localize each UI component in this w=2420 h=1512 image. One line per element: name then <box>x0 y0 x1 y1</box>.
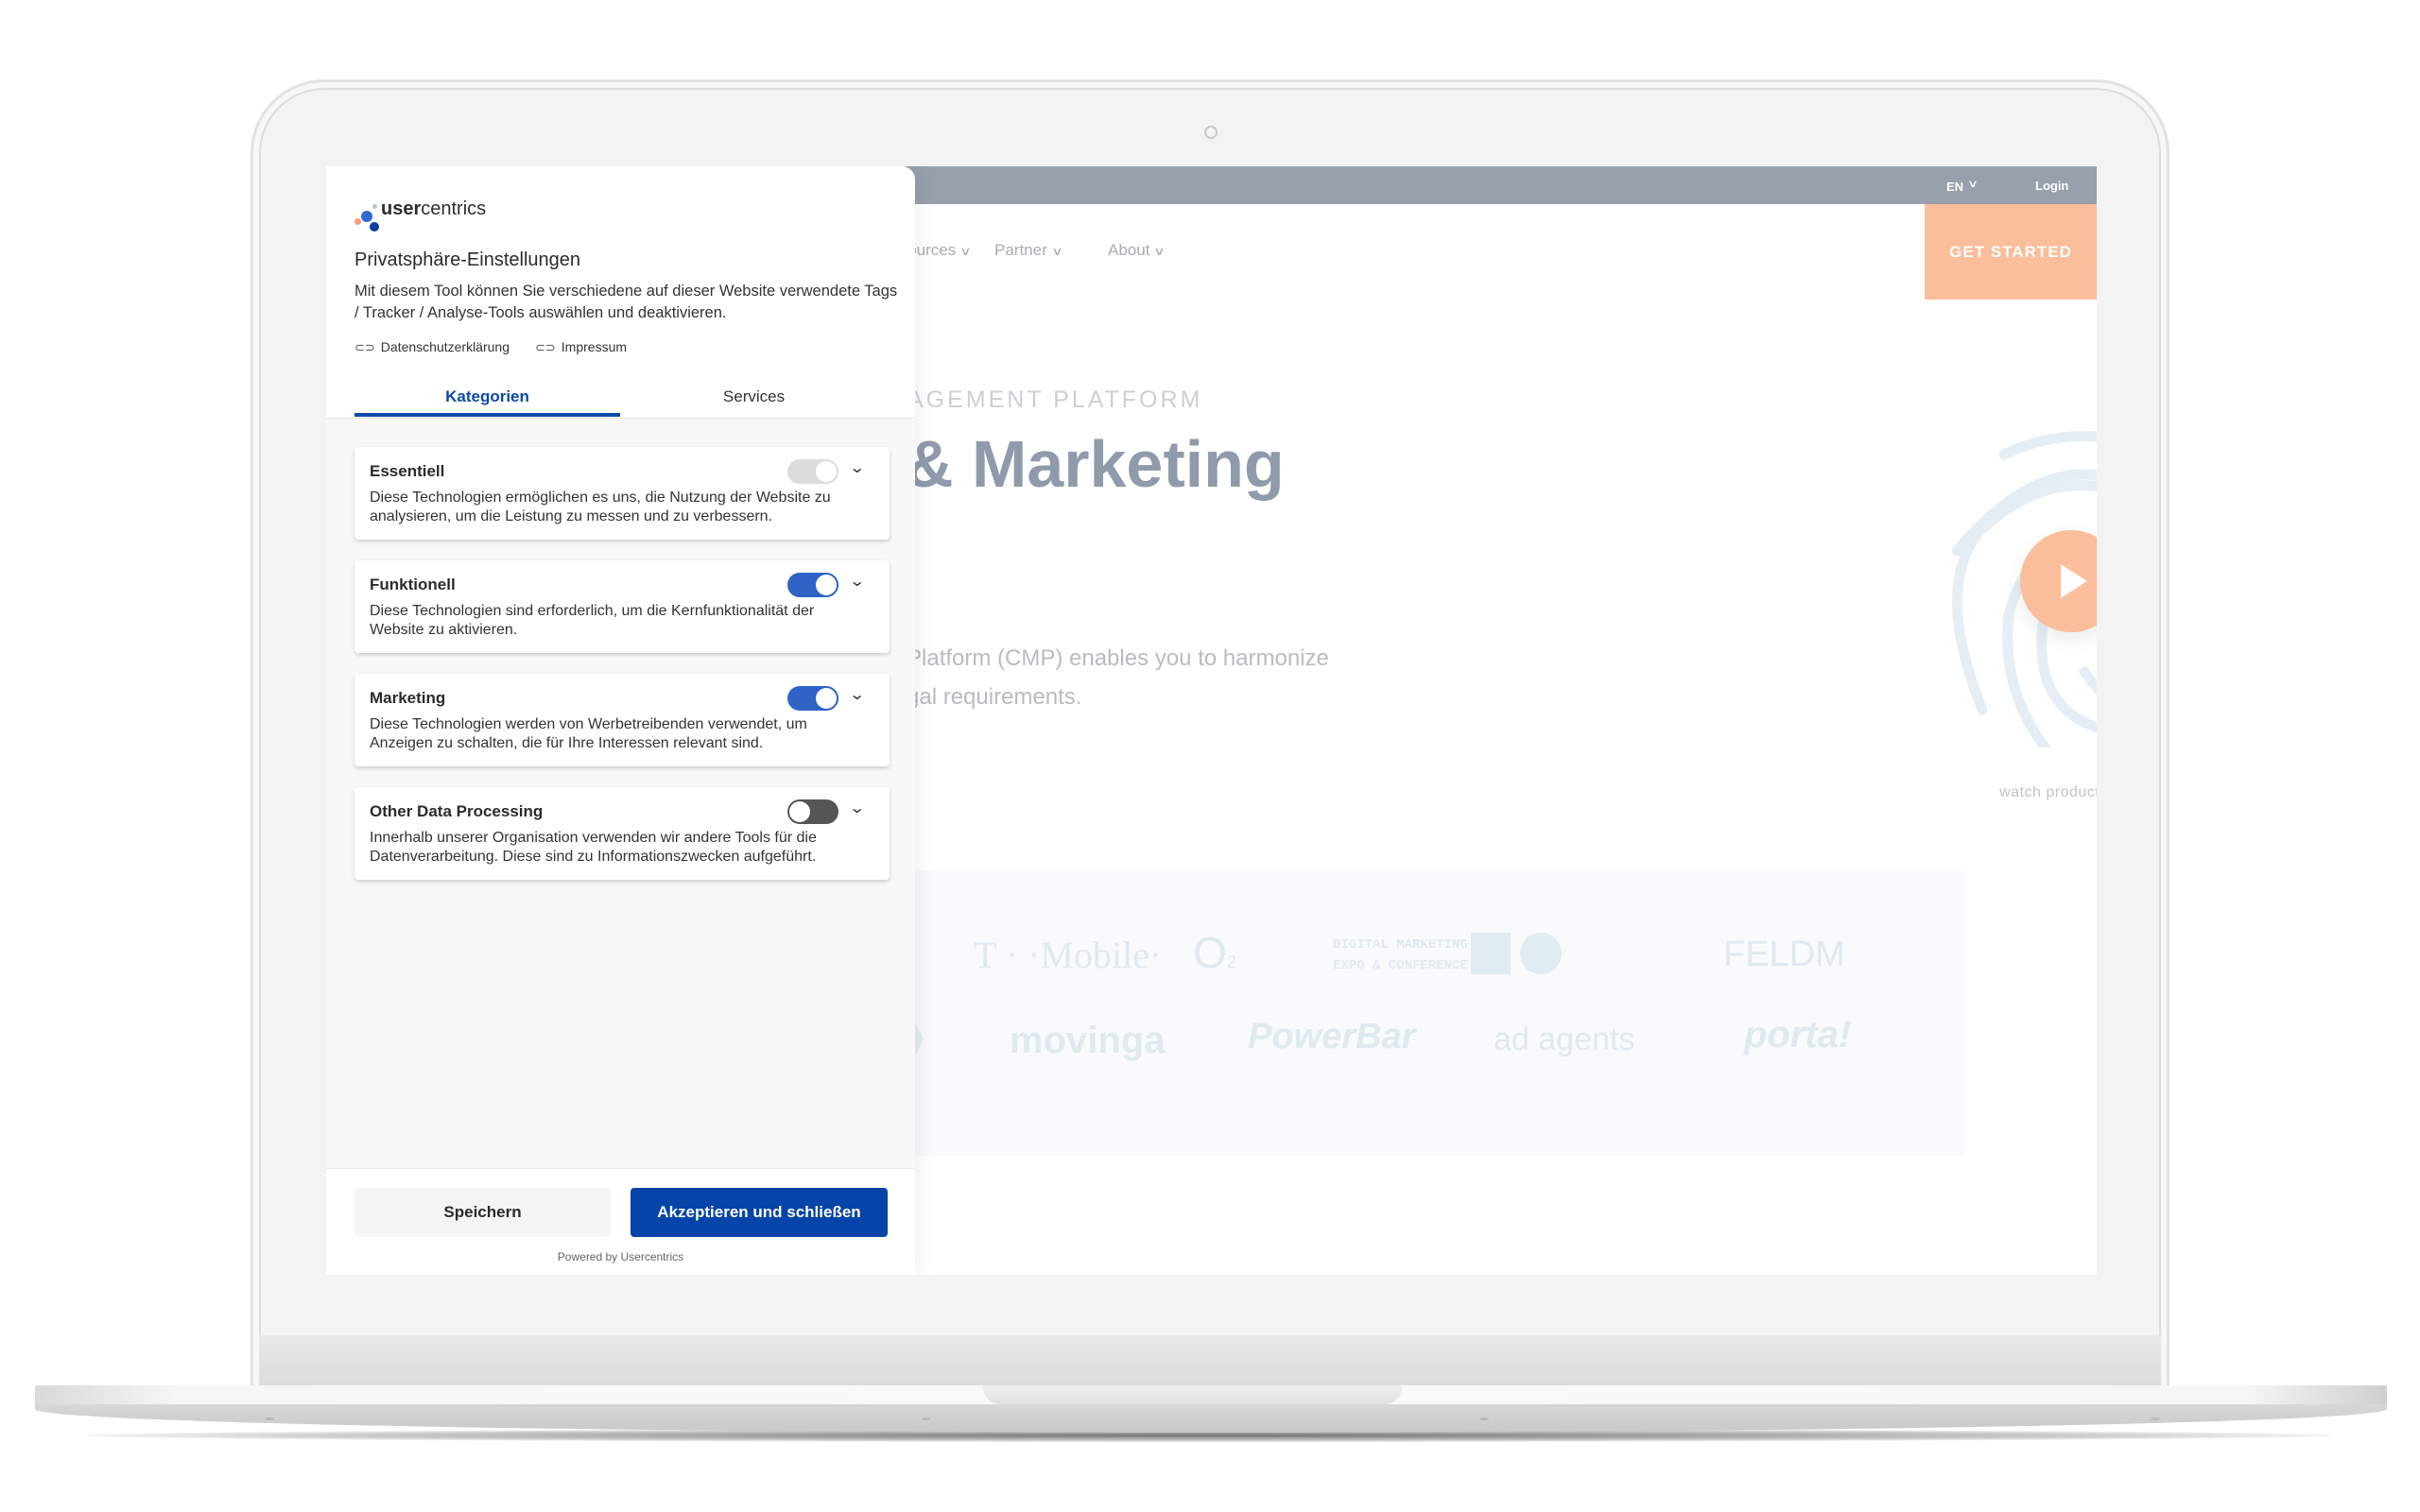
hero-title: & Marketing <box>906 427 1285 501</box>
powered-by-label[interactable]: Powered by Usercentrics <box>326 1250 915 1263</box>
logo-dmexco-line2: EXPO & CONFERENCE <box>1333 958 1468 973</box>
category-description: Diese Technologien sind erforderlich, um… <box>370 603 815 638</box>
nav-item-about[interactable]: About ∨ <box>1108 241 1166 260</box>
toggle-other-data-processing[interactable] <box>787 799 838 824</box>
link-label: Datenschutzerklärung <box>380 339 510 354</box>
toggle-funktionell[interactable] <box>787 573 838 597</box>
chevron-down-icon[interactable]: ⌄ <box>849 458 865 477</box>
link-icon: ⊂⊃ <box>354 340 375 354</box>
category-title: Marketing <box>370 689 446 707</box>
logo-powerbar: PowerBar <box>1248 1017 1416 1057</box>
laptop-foot <box>922 1418 931 1420</box>
language-selector[interactable]: EN <box>1946 180 1963 194</box>
nav-label: Partner <box>994 241 1047 259</box>
category-title: Funktionell <box>370 576 456 593</box>
category-card-funktionell: Funktionell Diese Technologien sind erfo… <box>354 560 890 653</box>
toggle-knob <box>816 575 837 595</box>
tab-kategorien[interactable]: Kategorien <box>354 387 620 406</box>
camera-icon <box>1204 126 1218 139</box>
brand-suffix: centrics <box>421 198 487 219</box>
laptop-foot <box>1479 1418 1489 1420</box>
dialog-title: Privatsphäre-Einstellungen <box>354 249 581 270</box>
usercentrics-logo-icon <box>354 204 381 232</box>
hero-subtitle: Platform (CMP) enables you to harmonize <box>907 645 1329 671</box>
play-icon <box>2061 564 2087 598</box>
logo-feldm: FELDM <box>1723 935 1845 974</box>
laptop-screen: EN ∨ Login Products∨ Solutions∨ Pricing … <box>326 166 2097 1275</box>
laptop-chin <box>259 1335 2161 1385</box>
privacy-settings-dialog: usercentrics Privatsphäre-Einstellungen … <box>326 166 915 1275</box>
hero-eyebrow: AGEMENT PLATFORM <box>908 387 1203 413</box>
logo-o2-text: O <box>1193 928 1227 977</box>
laptop-foot <box>265 1418 274 1420</box>
logo-porta: porta! <box>1744 1014 1852 1056</box>
category-card-other-data-processing: Other Data Processing Innerhalb unserer … <box>354 787 890 880</box>
get-started-button[interactable]: GET STARTED <box>1925 204 2097 300</box>
toggle-essentiell[interactable] <box>787 459 838 484</box>
toggle-knob <box>816 688 837 709</box>
logo-dmexco-square <box>1471 933 1511 974</box>
chevron-down-icon: ∨ <box>959 245 972 258</box>
category-card-essentiell: Essentiell Diese Technologien ermögliche… <box>354 447 890 540</box>
chevron-down-icon[interactable]: ⌄ <box>849 799 865 817</box>
category-title: Essentiell <box>370 462 445 480</box>
login-link[interactable]: Login <box>2035 179 2068 193</box>
imprint-link[interactable]: ⊂⊃ Impressum <box>535 339 627 355</box>
laptop-foot <box>2151 1418 2160 1420</box>
brand-prefix: user <box>381 198 422 219</box>
watch-video-label[interactable]: watch product video <box>1947 784 2097 801</box>
active-tab-indicator <box>354 413 620 417</box>
dialog-footer: Speichern Akzeptieren und schließen Powe… <box>326 1168 915 1275</box>
logo-dmexco-circle <box>1520 933 1562 974</box>
link-label: Impressum <box>561 339 628 354</box>
nav-label: About <box>1108 241 1150 259</box>
toggle-knob <box>789 801 810 822</box>
link-icon: ⊂⊃ <box>535 340 556 354</box>
logo-dmexco-line1: DIGITAL MARKETING <box>1333 937 1468 953</box>
category-description: Diese Technologien werden von Werbetreib… <box>370 716 807 751</box>
chevron-down-icon: ∨ <box>1966 179 1979 190</box>
laptop-base-lower <box>35 1404 2387 1433</box>
accept-and-close-button[interactable]: Akzeptieren und schließen <box>631 1188 888 1237</box>
chevron-down-icon[interactable]: ⌄ <box>849 572 865 591</box>
chevron-down-icon: ∨ <box>1050 245 1063 258</box>
save-button[interactable]: Speichern <box>354 1188 611 1237</box>
privacy-policy-link[interactable]: ⊂⊃ Datenschutzerklärung <box>354 339 510 355</box>
toggle-knob <box>816 461 837 482</box>
logo-adagents: ad agents <box>1494 1022 1635 1057</box>
dialog-header: usercentrics Privatsphäre-Einstellungen … <box>326 166 915 419</box>
chevron-down-icon: ∨ <box>1153 245 1166 258</box>
chevron-down-icon[interactable]: ⌄ <box>849 685 865 704</box>
dialog-description: Mit diesem Tool können Sie verschiedene … <box>354 283 898 321</box>
logo-movinga: movinga <box>1010 1020 1166 1061</box>
customer-logos: T · ·Mobile· O2 DIGITAL MARKETING EXPO &… <box>889 870 1964 1156</box>
category-card-marketing: Marketing Diese Technologien werden von … <box>354 674 890 766</box>
laptop-hinge-notch <box>983 1385 1402 1404</box>
category-title: Other Data Processing <box>370 802 544 820</box>
tab-services[interactable]: Services <box>621 387 887 406</box>
hero-subtitle: gal requirements. <box>907 684 1082 710</box>
logo-dmexco: DIGITAL MARKETING EXPO & CONFERENCE <box>1333 935 1468 976</box>
nav-item-partner[interactable]: Partner ∨ <box>994 241 1063 260</box>
toggle-marketing[interactable] <box>787 686 838 711</box>
logo-tmobile: T · ·Mobile· <box>974 934 1163 976</box>
usercentrics-logo-text: usercentrics <box>381 198 486 220</box>
logo-o2: O2 <box>1193 928 1236 977</box>
category-description: Innerhalb unserer Organisation verwenden… <box>370 830 817 865</box>
category-description: Diese Technologien ermöglichen es uns, d… <box>370 490 831 524</box>
